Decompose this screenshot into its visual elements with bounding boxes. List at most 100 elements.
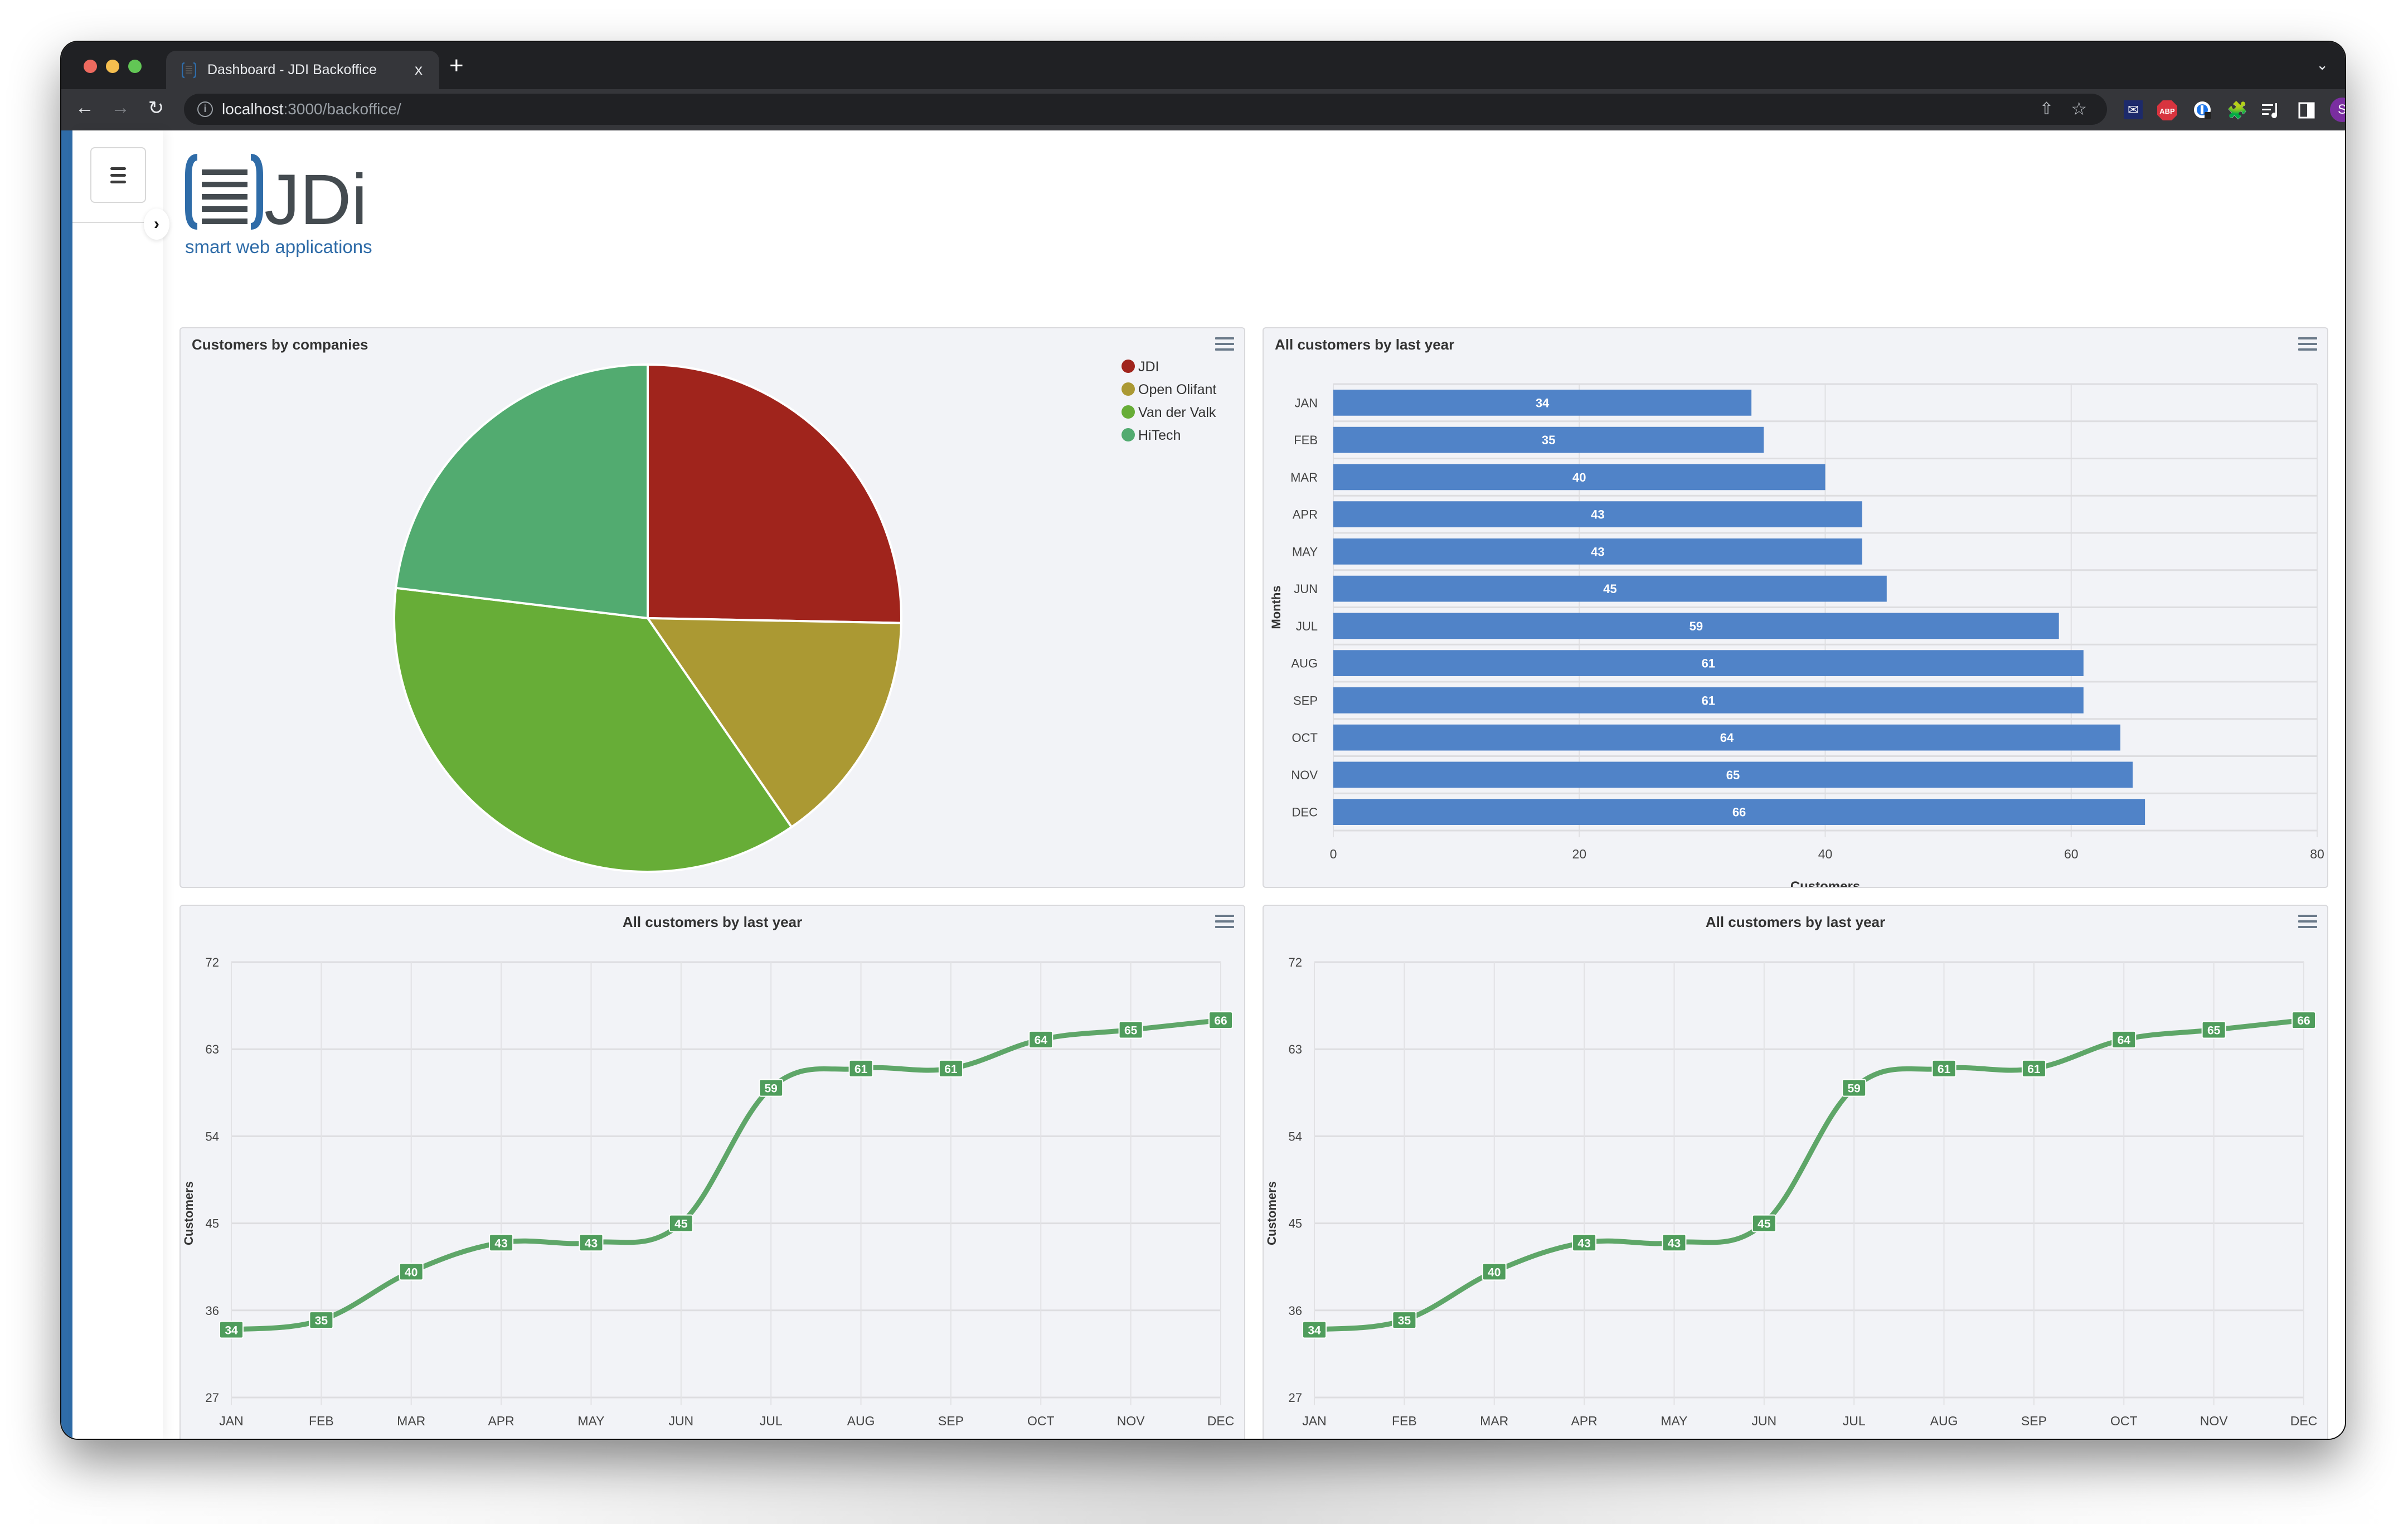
data-label: 64: [1035, 1034, 1048, 1047]
url-path: :3000/backoffice/: [283, 100, 401, 118]
legend-marker-open-olifant: [1122, 382, 1135, 396]
x-tick-label: JUL: [760, 1414, 783, 1428]
data-label: 61: [2027, 1063, 2041, 1076]
y-tick-label: DEC: [1292, 805, 1318, 819]
y-tick-label: 72: [206, 955, 219, 969]
back-button[interactable]: ←: [74, 97, 96, 119]
x-tick-label: 0: [1330, 847, 1337, 861]
x-tick-label: 60: [2064, 847, 2079, 861]
data-label: 34: [1308, 1324, 1321, 1337]
x-tick-label: DEC: [1207, 1414, 1235, 1428]
adblock-plus-icon[interactable]: ABP: [2156, 99, 2178, 122]
x-tick-label: NOV: [2200, 1414, 2229, 1428]
browser-window: Dashboard - JDI Backoffice x + ⌄ ← → ↻ i…: [61, 42, 2345, 1439]
pie-chart: JDI Open Olifant Van der Valk HiTech: [393, 359, 1216, 873]
x-tick-label: OCT: [1027, 1414, 1055, 1428]
site-info-icon[interactable]: i: [197, 101, 213, 117]
legend-label-hitech: HiTech: [1138, 428, 1181, 443]
y-tick-label: NOV: [1291, 768, 1318, 782]
y-tick-label: 63: [206, 1042, 219, 1056]
data-label: 34: [225, 1324, 238, 1337]
bar-value-label: 45: [1603, 582, 1616, 596]
x-tick-label: 80: [2310, 847, 2324, 861]
password-manager-icon[interactable]: [2192, 99, 2214, 122]
sidebar: [72, 130, 163, 1439]
tab-close-button[interactable]: x: [415, 61, 423, 79]
forward-button[interactable]: →: [109, 97, 132, 119]
side-panel-icon[interactable]: [2295, 99, 2318, 122]
x-axis-title: Customers: [1790, 879, 1860, 887]
minimize-window-button[interactable]: [106, 60, 119, 73]
data-label: 65: [2207, 1024, 2221, 1037]
data-label: 40: [405, 1266, 417, 1279]
x-tick-label: NOV: [1117, 1414, 1145, 1428]
address-bar[interactable]: i localhost:3000/backoffice/ ⇧ ☆: [184, 94, 2107, 125]
url-text[interactable]: localhost:3000/backoffice/: [222, 100, 401, 118]
y-tick-label: 54: [206, 1129, 219, 1143]
reload-button[interactable]: ↻: [145, 97, 167, 119]
data-label: 43: [1577, 1237, 1590, 1250]
mail-extension-icon[interactable]: ✉: [2124, 100, 2143, 119]
bar-value-label: 59: [1690, 619, 1703, 633]
x-tick-label: FEB: [309, 1414, 334, 1428]
bar-value-label: 34: [1536, 396, 1550, 410]
share-icon[interactable]: ⇧: [2040, 99, 2053, 119]
pie-chart-card: Customers by companies JDI Open Olifant Va…: [179, 327, 1245, 888]
data-label: 45: [674, 1218, 688, 1231]
x-tick-label: MAR: [1480, 1414, 1508, 1428]
bar-value-label: 43: [1591, 545, 1604, 559]
media-controls-icon[interactable]: [2261, 99, 2283, 122]
y-axis-title: Months: [1269, 585, 1283, 629]
x-tick-label: 40: [1818, 847, 1833, 861]
x-tick-label: APR: [488, 1414, 514, 1428]
legend-marker-van-der-valk: [1122, 405, 1135, 419]
maximize-window-button[interactable]: [128, 60, 142, 73]
new-tab-button[interactable]: +: [449, 52, 464, 80]
y-tick-label: JUN: [1294, 582, 1318, 596]
bar-value-label: 43: [1591, 508, 1604, 522]
y-tick-label: 54: [1289, 1129, 1302, 1143]
legend-marker-jdi: [1122, 360, 1135, 373]
line-chart-2: 72 63 54 45 36 27JAN FEB MAR APR MAY JUN JUL AUG SEP O…: [1265, 955, 2318, 1428]
line-chart-card-1: All customers by last year 72 63 54 45 36 27 J…: [179, 905, 1245, 1439]
y-tick-label: AUG: [1291, 657, 1318, 671]
data-label: 35: [1398, 1314, 1411, 1327]
sidebar-expand-chevron-button[interactable]: ›: [144, 208, 169, 240]
data-label: 61: [855, 1063, 868, 1076]
legend-label-open-olifant: Open Olifant: [1138, 382, 1216, 397]
legend-label-jdi: JDI: [1138, 359, 1159, 375]
legend-label-van-der-valk: Van der Valk: [1138, 405, 1216, 420]
pie-slice-hitech: [395, 363, 649, 620]
x-tick-label: DEC: [2290, 1414, 2318, 1428]
browser-tab-active[interactable]: Dashboard - JDI Backoffice x: [166, 51, 439, 89]
x-tick-label: JUL: [1843, 1414, 1866, 1428]
data-label: 45: [1758, 1218, 1771, 1231]
y-tick-label: SEP: [1293, 693, 1318, 707]
y-tick-label: 36: [1289, 1304, 1302, 1318]
data-label: 43: [494, 1237, 507, 1250]
data-label: 59: [765, 1083, 778, 1095]
data-label: 66: [2297, 1015, 2310, 1027]
sidebar-accent-stripe: [61, 130, 72, 1439]
tab-search-chevron-icon[interactable]: ⌄: [2316, 56, 2328, 74]
y-tick-label: JUL: [1296, 619, 1318, 633]
x-tick-label: FEB: [1392, 1414, 1417, 1428]
y-axis-title: Customers: [182, 1181, 196, 1245]
jdi-logo: JDi smart web applications: [185, 153, 375, 264]
data-label: 64: [2118, 1034, 2131, 1047]
x-tick-label: JAN: [1302, 1414, 1326, 1428]
x-tick-label: JAN: [219, 1414, 243, 1428]
profile-avatar[interactable]: S: [2330, 98, 2345, 122]
y-tick-label: 72: [1289, 955, 1302, 969]
bookmark-star-icon[interactable]: ☆: [2071, 98, 2087, 119]
bar-value-label: 61: [1702, 657, 1715, 671]
data-label: 66: [1214, 1015, 1227, 1027]
extensions-puzzle-icon[interactable]: 🧩: [2226, 99, 2249, 122]
x-tick-label: JUN: [668, 1414, 693, 1428]
bar-value-label: 66: [1732, 805, 1746, 819]
x-tick-label: MAY: [577, 1414, 604, 1428]
close-window-button[interactable]: [84, 60, 97, 73]
tab-title: Dashboard - JDI Backoffice: [207, 62, 377, 77]
hamburger-menu-button[interactable]: [90, 147, 146, 203]
toolbar: ← → ↻ i localhost:3000/backoffice/ ⇧ ☆ ✉…: [61, 89, 2345, 130]
